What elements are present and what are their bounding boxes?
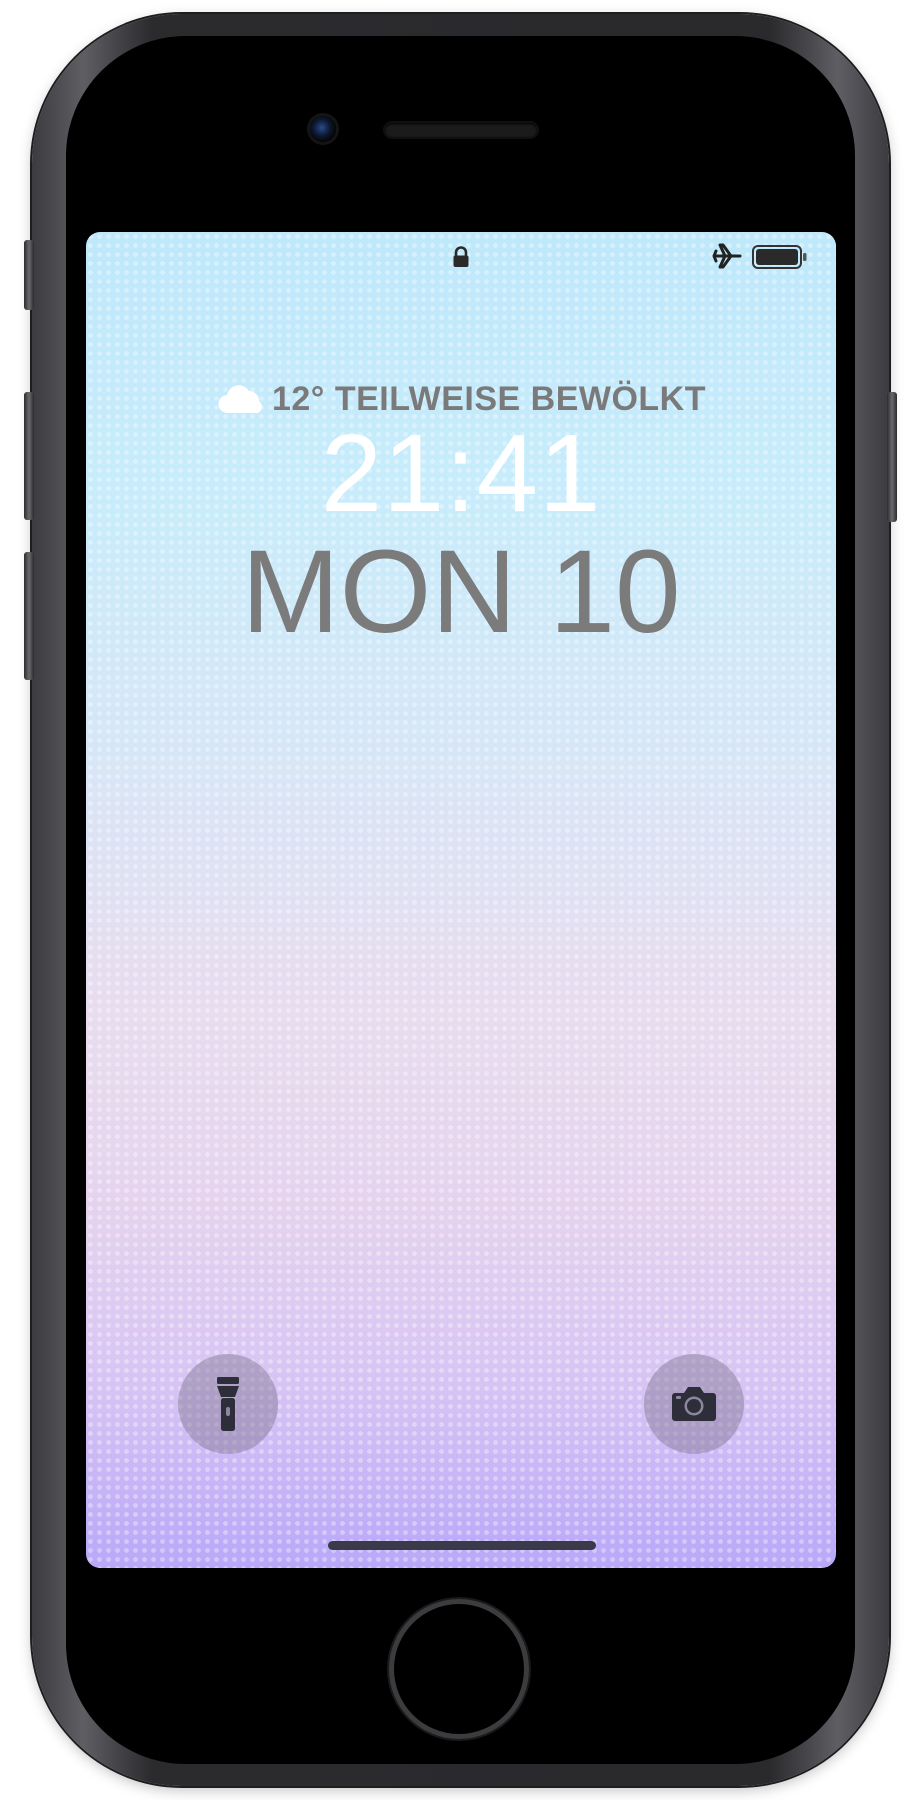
home-button[interactable] xyxy=(394,1604,524,1734)
camera-button[interactable] xyxy=(644,1354,744,1454)
flashlight-button[interactable] xyxy=(178,1354,278,1454)
camera-icon xyxy=(672,1387,716,1421)
volume-down-button[interactable] xyxy=(24,552,34,680)
airplane-icon xyxy=(712,243,742,269)
lock-clock: 21:41 xyxy=(320,412,602,535)
battery-icon xyxy=(752,245,807,269)
earpiece-speaker xyxy=(385,123,537,137)
lock-date: MON 10 xyxy=(241,526,681,658)
lock-icon xyxy=(453,246,469,267)
mute-switch[interactable] xyxy=(24,240,34,310)
home-indicator[interactable] xyxy=(328,1541,596,1550)
flashlight-icon xyxy=(217,1377,239,1431)
power-button[interactable] xyxy=(887,392,897,522)
lock-screen[interactable]: 12° TEILWEISE BEWÖLKT 21:41 MON 10 xyxy=(86,232,836,1568)
volume-up-button[interactable] xyxy=(24,392,34,520)
front-camera-icon xyxy=(310,116,336,142)
cloud-icon xyxy=(218,384,262,413)
